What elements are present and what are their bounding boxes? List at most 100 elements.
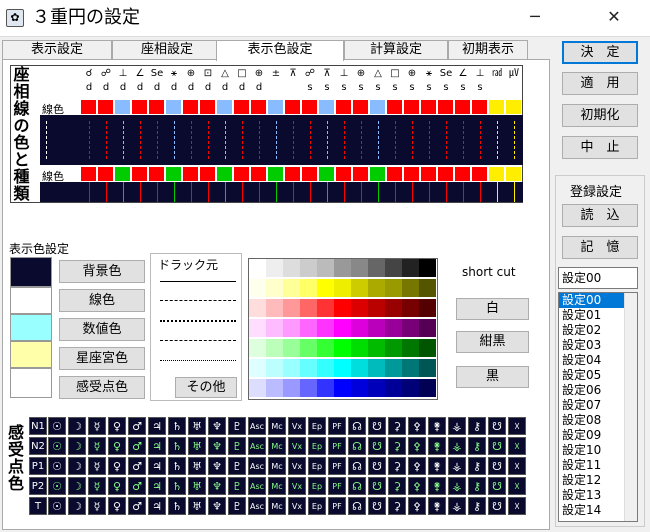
sensitive-point-icon[interactable]: ⚶ bbox=[448, 477, 466, 495]
tight-line-cell[interactable] bbox=[166, 182, 183, 202]
sensitive-point-icon[interactable]: ☓ bbox=[508, 437, 526, 455]
wide-color-cell[interactable] bbox=[421, 100, 437, 114]
wide-line-cell[interactable] bbox=[98, 115, 115, 165]
tight-line-cell[interactable] bbox=[489, 182, 506, 202]
sensitive-point-icon[interactable]: ⚴ bbox=[408, 497, 426, 515]
tight-color-cell[interactable] bbox=[183, 167, 199, 181]
sensitive-point-icon[interactable]: Vx bbox=[288, 477, 306, 495]
tight-color-cell[interactable] bbox=[268, 167, 284, 181]
tight-line-cell[interactable] bbox=[183, 182, 200, 202]
palette-swatch[interactable] bbox=[266, 359, 283, 377]
palette-swatch[interactable] bbox=[368, 279, 385, 297]
tight-color-cell[interactable] bbox=[438, 167, 454, 181]
sensitive-point-grid[interactable]: N1 ☉ ☽ ☿ ♀ ♂ ♃ ♄ ♅ ♆ ♇ Asc Mc Vx Ep PF ☊ ☋ ⚳ ⚴ ⚵ ⚶ ⚷ ☋ ☓ N2 ☉ ☽ ☿ ♀ ♂ ♃… bbox=[29, 417, 529, 517]
palette-swatch[interactable] bbox=[317, 259, 334, 277]
wide-color-cell[interactable] bbox=[268, 100, 284, 114]
aspect-grid-cells[interactable]: ☌ d ☍ d ⊥ d ∠ d Se d ⚹ d ⊕ d ⊡ d △ d □ d ⊕ d ± ⊼ ☍ s ⊼ s ⊥ s ⊕ s △ s □ s ⊕ s ⚹… bbox=[40, 66, 523, 202]
palette-swatch[interactable] bbox=[351, 299, 368, 317]
setting-name-field[interactable]: 設定00 bbox=[558, 267, 638, 289]
palette-swatch[interactable] bbox=[402, 299, 419, 317]
wide-color-cell[interactable] bbox=[98, 100, 114, 114]
sensitive-point-icon[interactable]: Mc bbox=[268, 417, 286, 435]
palette-swatch[interactable] bbox=[368, 379, 385, 397]
sensitive-point-icon[interactable]: Vx bbox=[288, 437, 306, 455]
sensitive-point-icon[interactable]: ♃ bbox=[148, 457, 166, 475]
tight-color-cell[interactable] bbox=[387, 167, 403, 181]
sensitive-point-icon[interactable]: ☓ bbox=[508, 477, 526, 495]
sensitive-point-icon[interactable]: ☋ bbox=[368, 457, 386, 475]
sensitive-point-icon[interactable]: Mc bbox=[268, 437, 286, 455]
wide-line-cell[interactable] bbox=[217, 115, 234, 165]
tight-color-cell[interactable] bbox=[81, 167, 97, 181]
tight-line-cell[interactable] bbox=[149, 182, 166, 202]
tight-color-cell[interactable] bbox=[200, 167, 216, 181]
tight-color-cell[interactable] bbox=[98, 167, 114, 181]
wide-color-cell[interactable] bbox=[285, 100, 301, 114]
sensitive-point-icon[interactable]: ☽ bbox=[68, 437, 86, 455]
palette-swatch[interactable] bbox=[334, 259, 351, 277]
sensitive-point-icon[interactable]: Vx bbox=[288, 457, 306, 475]
palette-swatch[interactable] bbox=[300, 319, 317, 337]
palette-swatch[interactable] bbox=[300, 259, 317, 277]
wide-color-cell[interactable] bbox=[353, 100, 369, 114]
sensitive-point-icon[interactable]: ♆ bbox=[208, 497, 226, 515]
sensitive-point-icon[interactable]: ☓ bbox=[508, 417, 526, 435]
sensitive-point-icon[interactable]: PF bbox=[328, 497, 346, 515]
wide-color-cell[interactable] bbox=[149, 100, 165, 114]
shortcut-white-button[interactable]: 白 bbox=[456, 298, 529, 320]
tight-color-cell[interactable] bbox=[217, 167, 233, 181]
sensitive-point-icon[interactable]: ⚵ bbox=[428, 477, 446, 495]
sensitive-point-icon[interactable]: ☉ bbox=[48, 417, 66, 435]
wide-color-cell[interactable] bbox=[455, 100, 471, 114]
sensitive-point-icon[interactable]: ☋ bbox=[368, 497, 386, 515]
palette-swatch[interactable] bbox=[300, 339, 317, 357]
sensitive-point-icon[interactable]: ♇ bbox=[228, 437, 246, 455]
sensitive-point-icon[interactable]: ♆ bbox=[208, 457, 226, 475]
wide-line-cell[interactable] bbox=[438, 115, 455, 165]
palette-swatch[interactable] bbox=[351, 279, 368, 297]
palette-swatch[interactable] bbox=[385, 339, 402, 357]
palette-swatch[interactable] bbox=[385, 279, 402, 297]
swatch-zodiac[interactable] bbox=[10, 341, 52, 368]
sensitive-point-icon[interactable]: ☿ bbox=[88, 477, 106, 495]
sensitive-point-icon[interactable]: ♇ bbox=[228, 477, 246, 495]
palette-swatch[interactable] bbox=[368, 299, 385, 317]
tight-color-cell[interactable] bbox=[302, 167, 318, 181]
palette-swatch[interactable] bbox=[368, 319, 385, 337]
sensitive-point-icon[interactable]: ⚶ bbox=[448, 417, 466, 435]
sensitive-point-icon[interactable]: ⚷ bbox=[468, 497, 486, 515]
sensitive-point-icon[interactable]: ♆ bbox=[208, 417, 226, 435]
wide-line-cell[interactable] bbox=[268, 115, 285, 165]
palette-swatch[interactable] bbox=[317, 279, 334, 297]
sensitive-point-icon[interactable]: ♆ bbox=[208, 477, 226, 495]
sensitive-point-icon[interactable]: ♂ bbox=[128, 477, 146, 495]
sensitive-point-icon[interactable]: ⚷ bbox=[468, 477, 486, 495]
palette-swatch[interactable] bbox=[351, 339, 368, 357]
number-color-button[interactable]: 数値色 bbox=[59, 318, 145, 341]
sensitive-point-icon[interactable]: Asc bbox=[248, 437, 266, 455]
palette-swatch[interactable] bbox=[334, 359, 351, 377]
palette-swatch[interactable] bbox=[385, 259, 402, 277]
sensitive-point-icon[interactable]: Vx bbox=[288, 497, 306, 515]
palette-swatch[interactable] bbox=[317, 339, 334, 357]
palette-swatch[interactable] bbox=[283, 359, 300, 377]
tab-display-color[interactable]: 表示色設定 bbox=[216, 40, 344, 61]
tight-color-cell[interactable] bbox=[251, 167, 267, 181]
palette-swatch[interactable] bbox=[385, 359, 402, 377]
palette-swatch[interactable] bbox=[283, 319, 300, 337]
palette-swatch[interactable] bbox=[300, 359, 317, 377]
wide-line-cell[interactable] bbox=[472, 115, 489, 165]
palette-swatch[interactable] bbox=[249, 279, 266, 297]
sensitive-point-icon[interactable]: ⚶ bbox=[448, 457, 466, 475]
sensitive-point-icon[interactable]: ♂ bbox=[128, 417, 146, 435]
sensitive-point-icon[interactable]: ♃ bbox=[148, 477, 166, 495]
palette-swatch[interactable] bbox=[419, 379, 436, 397]
sensitive-point-icon[interactable]: Ep bbox=[308, 497, 326, 515]
sensitive-point-icon[interactable]: Mc bbox=[268, 457, 286, 475]
wide-line-cell[interactable] bbox=[251, 115, 268, 165]
sensitive-point-icon[interactable]: ☿ bbox=[88, 417, 106, 435]
sensitive-point-icon[interactable]: ☽ bbox=[68, 417, 86, 435]
zodiac-color-button[interactable]: 星座宮色 bbox=[59, 347, 145, 370]
tight-line-cell[interactable] bbox=[387, 182, 404, 202]
wide-color-cell[interactable] bbox=[387, 100, 403, 114]
